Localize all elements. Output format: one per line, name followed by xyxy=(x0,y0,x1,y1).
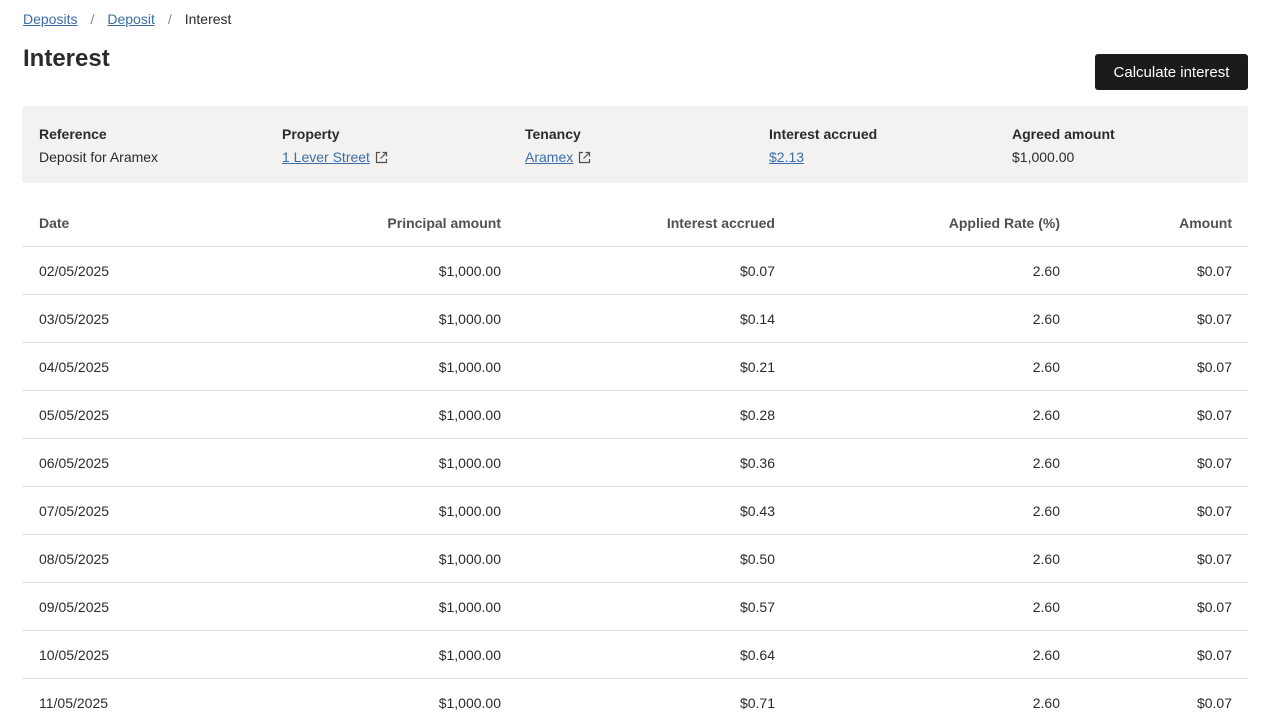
cell-interest-accrued: $0.50 xyxy=(739,551,775,567)
cell-amount: $0.07 xyxy=(1196,359,1232,375)
summary-tenancy: Tenancy Aramex xyxy=(525,126,591,165)
tenancy-link-text: Aramex xyxy=(525,149,574,165)
property-link-text: 1 Lever Street xyxy=(282,149,370,165)
cell-interest-accrued: $0.64 xyxy=(739,647,775,663)
cell-date: 02/05/2025 xyxy=(39,263,110,279)
breadcrumb-link-deposits[interactable]: Deposits xyxy=(23,11,77,27)
table-row: 09/05/2025 $1,000.00 $0.57 2.60 $0.07 xyxy=(22,583,1248,631)
cell-date: 04/05/2025 xyxy=(39,359,110,375)
calculate-interest-button[interactable]: Calculate interest xyxy=(1095,54,1248,90)
header-amount[interactable]: Amount xyxy=(1179,199,1232,247)
summary-property-label: Property xyxy=(282,126,340,142)
cell-applied-rate: 2.60 xyxy=(1032,647,1060,663)
deposit-summary: Reference Deposit for Aramex Property 1 … xyxy=(22,106,1248,183)
cell-interest-accrued: $0.71 xyxy=(739,695,775,711)
breadcrumb-current: Interest xyxy=(184,11,232,27)
cell-principal-amount: $1,000.00 xyxy=(438,599,501,615)
table-row: 06/05/2025 $1,000.00 $0.36 2.60 $0.07 xyxy=(22,439,1248,487)
cell-principal-amount: $1,000.00 xyxy=(438,647,501,663)
cell-amount: $0.07 xyxy=(1196,503,1232,519)
cell-amount: $0.07 xyxy=(1196,599,1232,615)
table-row: 05/05/2025 $1,000.00 $0.28 2.60 $0.07 xyxy=(22,391,1248,439)
cell-principal-amount: $1,000.00 xyxy=(438,407,501,423)
header-applied-rate[interactable]: Applied Rate (%) xyxy=(949,199,1060,247)
tenancy-link[interactable]: Aramex xyxy=(525,149,591,165)
cell-principal-amount: $1,000.00 xyxy=(438,695,501,711)
cell-interest-accrued: $0.28 xyxy=(739,407,775,423)
cell-date: 07/05/2025 xyxy=(39,503,110,519)
property-link[interactable]: 1 Lever Street xyxy=(282,149,388,165)
table-row: 10/05/2025 $1,000.00 $0.64 2.60 $0.07 xyxy=(22,631,1248,679)
cell-principal-amount: $1,000.00 xyxy=(438,263,501,279)
breadcrumb-separator: / xyxy=(90,11,95,27)
cell-principal-amount: $1,000.00 xyxy=(438,455,501,471)
cell-applied-rate: 2.60 xyxy=(1032,263,1060,279)
summary-reference-value: Deposit for Aramex xyxy=(39,149,159,165)
cell-amount: $0.07 xyxy=(1196,551,1232,567)
header-principal-amount[interactable]: Principal amount xyxy=(387,199,501,247)
header-date[interactable]: Date xyxy=(39,199,69,247)
interest-accrued-link[interactable]: $2.13 xyxy=(769,149,804,165)
table-row: 11/05/2025 $1,000.00 $0.71 2.60 $0.07 xyxy=(22,679,1248,725)
cell-applied-rate: 2.60 xyxy=(1032,455,1060,471)
breadcrumb-link-deposit[interactable]: Deposit xyxy=(107,11,154,27)
cell-principal-amount: $1,000.00 xyxy=(438,503,501,519)
cell-interest-accrued: $0.36 xyxy=(739,455,775,471)
cell-date: 08/05/2025 xyxy=(39,551,110,567)
summary-reference: Reference Deposit for Aramex xyxy=(39,126,158,165)
cell-principal-amount: $1,000.00 xyxy=(438,551,501,567)
cell-applied-rate: 2.60 xyxy=(1032,359,1060,375)
cell-principal-amount: $1,000.00 xyxy=(438,311,501,327)
cell-date: 11/05/2025 xyxy=(39,695,109,711)
table-body: 02/05/2025 $1,000.00 $0.07 2.60 $0.07 03/05/2… xyxy=(22,247,1248,725)
cell-applied-rate: 2.60 xyxy=(1032,311,1060,327)
table-row: 03/05/2025 $1,000.00 $0.14 2.60 $0.07 xyxy=(22,295,1248,343)
interest-table: Date Principal amount Interest accrued A… xyxy=(22,199,1248,725)
summary-interest-accrued: Interest accrued $2.13 xyxy=(769,126,877,165)
cell-amount: $0.07 xyxy=(1196,311,1232,327)
table-row: 02/05/2025 $1,000.00 $0.07 2.60 $0.07 xyxy=(22,247,1248,295)
cell-date: 05/05/2025 xyxy=(39,407,110,423)
cell-date: 10/05/2025 xyxy=(39,647,110,663)
cell-amount: $0.07 xyxy=(1196,407,1232,423)
cell-date: 03/05/2025 xyxy=(39,311,110,327)
summary-agreed-amount-value: $1,000.00 xyxy=(1012,149,1075,165)
summary-property: Property 1 Lever Street xyxy=(282,126,388,165)
cell-amount: $0.07 xyxy=(1196,647,1232,663)
cell-amount: $0.07 xyxy=(1196,263,1232,279)
cell-interest-accrued: $0.21 xyxy=(739,359,775,375)
table-row: 08/05/2025 $1,000.00 $0.50 2.60 $0.07 xyxy=(22,535,1248,583)
cell-amount: $0.07 xyxy=(1196,695,1232,711)
summary-tenancy-label: Tenancy xyxy=(525,126,581,142)
cell-interest-accrued: $0.57 xyxy=(739,599,775,615)
summary-agreed-amount: Agreed amount $1,000.00 xyxy=(1012,126,1115,165)
summary-reference-label: Reference xyxy=(39,126,107,142)
table-header: Date Principal amount Interest accrued A… xyxy=(22,199,1248,247)
cell-applied-rate: 2.60 xyxy=(1032,695,1060,711)
cell-applied-rate: 2.60 xyxy=(1032,551,1060,567)
page-title: Interest xyxy=(23,45,110,72)
cell-interest-accrued: $0.07 xyxy=(739,263,775,279)
summary-agreed-amount-label: Agreed amount xyxy=(1012,126,1115,142)
cell-interest-accrued: $0.14 xyxy=(739,311,775,327)
cell-applied-rate: 2.60 xyxy=(1032,407,1060,423)
cell-applied-rate: 2.60 xyxy=(1032,503,1060,519)
table-row: 07/05/2025 $1,000.00 $0.43 2.60 $0.07 xyxy=(22,487,1248,535)
table-row: 04/05/2025 $1,000.00 $0.21 2.60 $0.07 xyxy=(22,343,1248,391)
summary-interest-accrued-label: Interest accrued xyxy=(769,126,878,142)
header-interest-accrued[interactable]: Interest accrued xyxy=(667,199,775,247)
external-link-icon xyxy=(579,151,591,163)
cell-amount: $0.07 xyxy=(1196,455,1232,471)
breadcrumb-separator: / xyxy=(167,11,172,27)
cell-date: 06/05/2025 xyxy=(39,455,110,471)
external-link-icon xyxy=(375,151,388,163)
breadcrumb: Deposits / Deposit / Interest xyxy=(23,11,231,27)
cell-principal-amount: $1,000.00 xyxy=(438,359,501,375)
cell-interest-accrued: $0.43 xyxy=(739,503,775,519)
cell-date: 09/05/2025 xyxy=(39,599,110,615)
cell-applied-rate: 2.60 xyxy=(1032,599,1060,615)
